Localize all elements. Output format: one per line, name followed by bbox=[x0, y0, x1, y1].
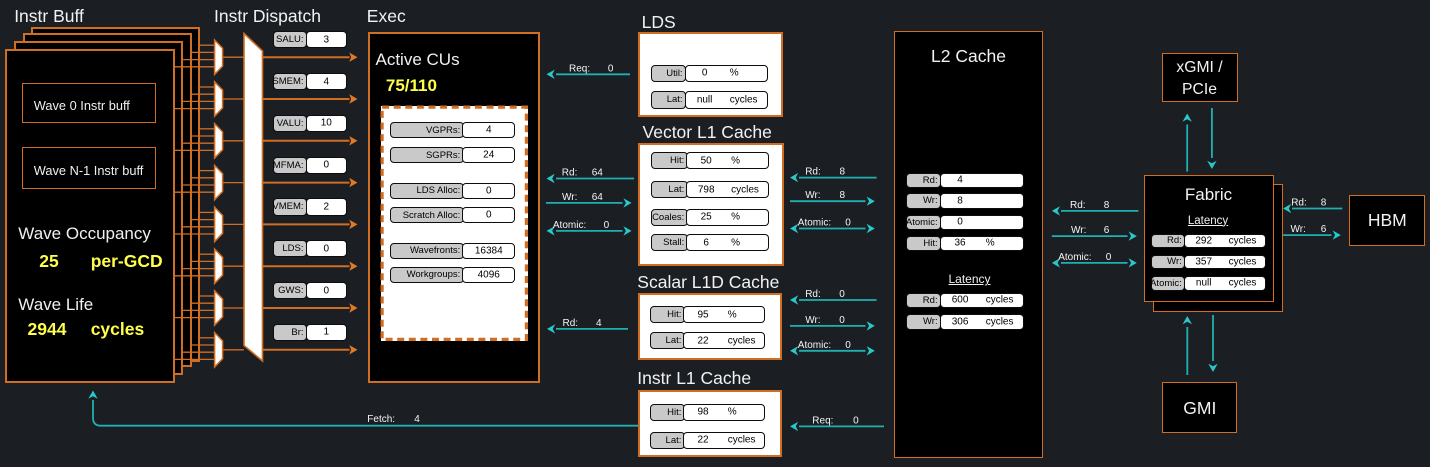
svg-text:6: 6 bbox=[1104, 225, 1110, 236]
svg-text:Rd:: Rd: bbox=[805, 167, 821, 178]
svg-text:64: 64 bbox=[592, 168, 604, 179]
svg-text:4: 4 bbox=[596, 318, 602, 329]
svg-text:Wr:: Wr: bbox=[1071, 225, 1086, 236]
svg-text:0: 0 bbox=[839, 289, 845, 300]
svg-text:Atomic:: Atomic: bbox=[798, 218, 831, 229]
svg-text:Atomic:: Atomic: bbox=[553, 220, 586, 231]
svg-text:Rd:: Rd: bbox=[1291, 198, 1307, 209]
svg-text:Rd:: Rd: bbox=[562, 168, 578, 179]
svg-text:Rd:: Rd: bbox=[805, 289, 821, 300]
svg-text:Fetch:: Fetch: bbox=[367, 414, 395, 425]
svg-text:0: 0 bbox=[845, 340, 851, 351]
svg-text:Wr:: Wr: bbox=[805, 315, 820, 326]
svg-text:0: 0 bbox=[1106, 252, 1112, 263]
svg-text:0: 0 bbox=[839, 315, 845, 326]
svg-text:Req:: Req: bbox=[812, 415, 833, 426]
svg-text:4: 4 bbox=[414, 414, 420, 425]
svg-text:Atomic:: Atomic: bbox=[1058, 252, 1091, 263]
svg-text:64: 64 bbox=[592, 192, 604, 203]
svg-text:Atomic:: Atomic: bbox=[798, 340, 831, 351]
svg-text:Wr:: Wr: bbox=[805, 190, 820, 201]
svg-text:Wr:: Wr: bbox=[1291, 224, 1306, 235]
svg-text:6: 6 bbox=[1321, 224, 1327, 235]
svg-text:8: 8 bbox=[1321, 198, 1327, 209]
svg-text:Wr:: Wr: bbox=[562, 192, 577, 203]
svg-text:Req:: Req: bbox=[569, 64, 590, 75]
svg-text:Rd:: Rd: bbox=[563, 318, 579, 329]
svg-text:8: 8 bbox=[1104, 200, 1110, 211]
svg-text:0: 0 bbox=[608, 64, 614, 75]
svg-text:8: 8 bbox=[840, 190, 846, 201]
svg-text:0: 0 bbox=[845, 218, 851, 229]
svg-text:8: 8 bbox=[840, 167, 846, 178]
svg-text:Rd:: Rd: bbox=[1070, 200, 1086, 211]
svg-text:0: 0 bbox=[853, 415, 859, 426]
svg-text:0: 0 bbox=[604, 220, 610, 231]
